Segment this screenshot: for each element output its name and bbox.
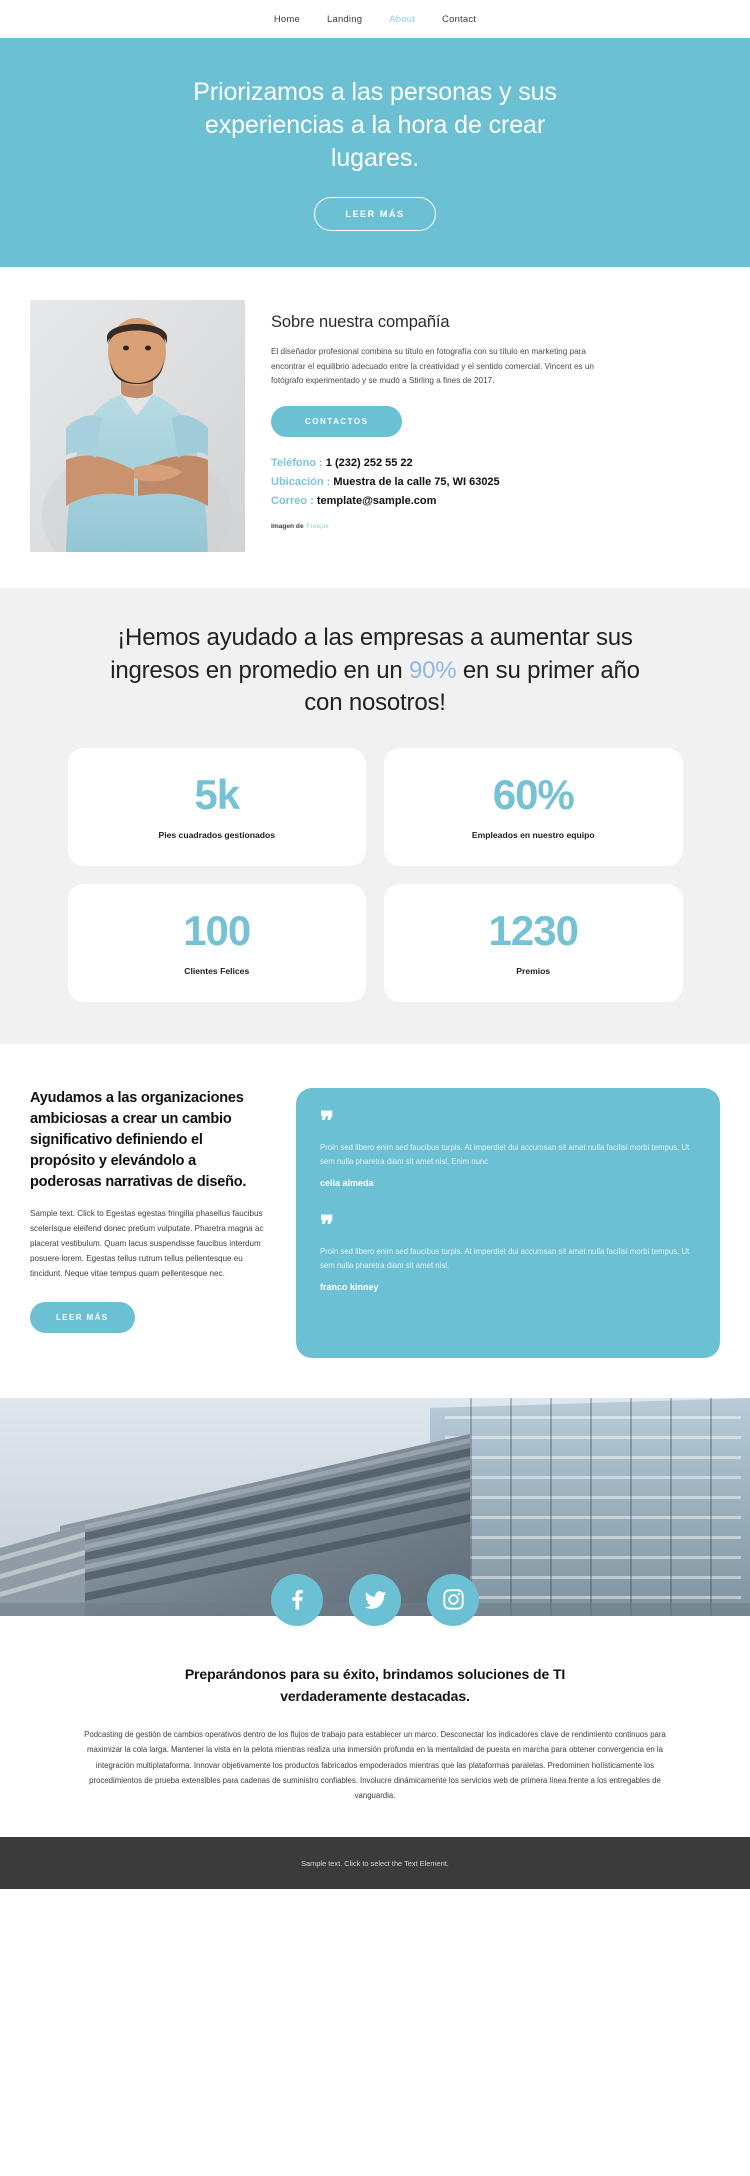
footer-text: Sample text. Click to select the Text El… (301, 1858, 449, 1868)
narrative-section: Ayudamos a las organizaciones ambiciosas… (0, 1043, 750, 1398)
about-portrait-image (30, 300, 245, 552)
quote-icon: ❞ (320, 1210, 334, 1240)
stat-number: 100 (183, 906, 251, 954)
quote-icon: ❞ (320, 1106, 334, 1136)
stat-number: 5k (194, 770, 240, 818)
image-credit-prefix: Imagen de (271, 522, 304, 530)
stat-card: 60% Empleados en nuestro equipo (384, 747, 683, 866)
stats-section: ¡Hemos ayudado a las empresas a aumentar… (0, 588, 750, 1044)
stat-number: 1230 (488, 906, 579, 954)
testimonial-text: Proin sed libero enim sed faucibus turpi… (320, 1247, 690, 1270)
contact-email: Correo : template@sample.com (271, 492, 720, 511)
testimonial-item: ❞ Proin sed libero enim sed faucibus tur… (320, 1106, 696, 1188)
contact-phone-label: Teléfono (271, 456, 317, 469)
about-paragraph: El diseñador profesional combina su títu… (271, 347, 594, 386)
stat-caption: Clientes Felices (184, 965, 250, 976)
contact-location-value: Muestra de la calle 75, WI 63025 (333, 476, 500, 489)
testimonial-author: franco kinney (320, 1281, 379, 1292)
narrative-title: Ayudamos a las organizaciones ambiciosas… (30, 1089, 247, 1190)
stat-caption: Pies cuadrados gestionados (158, 829, 276, 840)
testimonial-author: celia almeda (320, 1177, 374, 1188)
contact-location-label: Ubicación (271, 476, 324, 489)
closing-section: Preparándonos para su éxito, brindamos s… (0, 1615, 750, 1838)
nav-item-contact[interactable]: Contact (442, 14, 476, 25)
image-credit: Imagen de Freepik (271, 523, 720, 530)
image-credit-link[interactable]: Freepik (307, 523, 329, 530)
stat-caption: Empleados en nuestro equipo (471, 829, 595, 840)
contact-email-value: template@sample.com (316, 495, 437, 508)
contact-details: Teléfono : 1 (232) 252 55 22 Ubicación :… (271, 454, 720, 512)
main-navigation: Home Landing About Contact (0, 0, 750, 38)
hero-read-more-button[interactable]: LEER MÁS (314, 197, 436, 231)
contact-email-sep: : (307, 495, 317, 508)
stat-card: 1230 Premios (384, 883, 683, 1002)
twitter-icon[interactable] (349, 1573, 401, 1626)
stat-caption: Premios (516, 965, 551, 976)
about-content: Sobre nuestra compañía El diseñador prof… (271, 300, 720, 552)
facebook-icon[interactable] (271, 1573, 323, 1626)
contact-location-sep: : (323, 476, 334, 489)
about-title: Sobre nuestra compañía (271, 313, 450, 331)
about-section: Sobre nuestra compañía El diseñador prof… (0, 267, 750, 588)
testimonial-text: Proin sed libero enim sed faucibus turpi… (320, 1143, 690, 1167)
stat-number: 60% (492, 770, 575, 818)
page-footer: Sample text. Click to select the Text El… (0, 1837, 750, 1890)
contact-phone: Teléfono : 1 (232) 252 55 22 (271, 454, 720, 473)
stat-card: 100 Clientes Felices (67, 883, 366, 1002)
contacts-button[interactable]: CONTACTOS (271, 405, 403, 437)
instagram-icon[interactable] (427, 1573, 479, 1626)
narrative-read-more-button[interactable]: LEER MÁS (30, 1301, 135, 1333)
contact-phone-sep: : (316, 456, 326, 469)
closing-heading: Preparándonos para su éxito, brindamos s… (184, 1665, 566, 1704)
contact-location: Ubicación : Muestra de la calle 75, WI 6… (271, 473, 720, 492)
testimonials-panel: ❞ Proin sed libero enim sed faucibus tur… (296, 1087, 720, 1358)
nav-item-about[interactable]: About (389, 14, 415, 25)
stat-card: 5k Pies cuadrados gestionados (67, 747, 366, 866)
contact-phone-value: 1 (232) 252 55 22 (325, 456, 413, 469)
stats-card-grid: 5k Pies cuadrados gestionados 60% Emplea… (67, 747, 683, 1002)
hero-headline: Priorizamos a las personas y sus experie… (193, 78, 557, 172)
testimonial-item: ❞ Proin sed libero enim sed faucibus tur… (320, 1210, 696, 1292)
narrative-paragraph: Sample text. Click to Egestas egestas fr… (30, 1208, 264, 1278)
narrative-content: Ayudamos a las organizaciones ambiciosas… (30, 1088, 268, 1358)
nav-item-home[interactable]: Home (274, 14, 300, 25)
stats-heading-highlight: 90% (408, 656, 457, 684)
hero-section: Priorizamos a las personas y sus experie… (0, 38, 750, 267)
stats-heading: ¡Hemos ayudado a las empresas a aumentar… (105, 622, 645, 720)
contact-email-label: Correo (271, 495, 308, 508)
nav-item-landing[interactable]: Landing (327, 14, 362, 25)
closing-paragraph: Podcasting de gestión de cambios operati… (84, 1730, 666, 1801)
